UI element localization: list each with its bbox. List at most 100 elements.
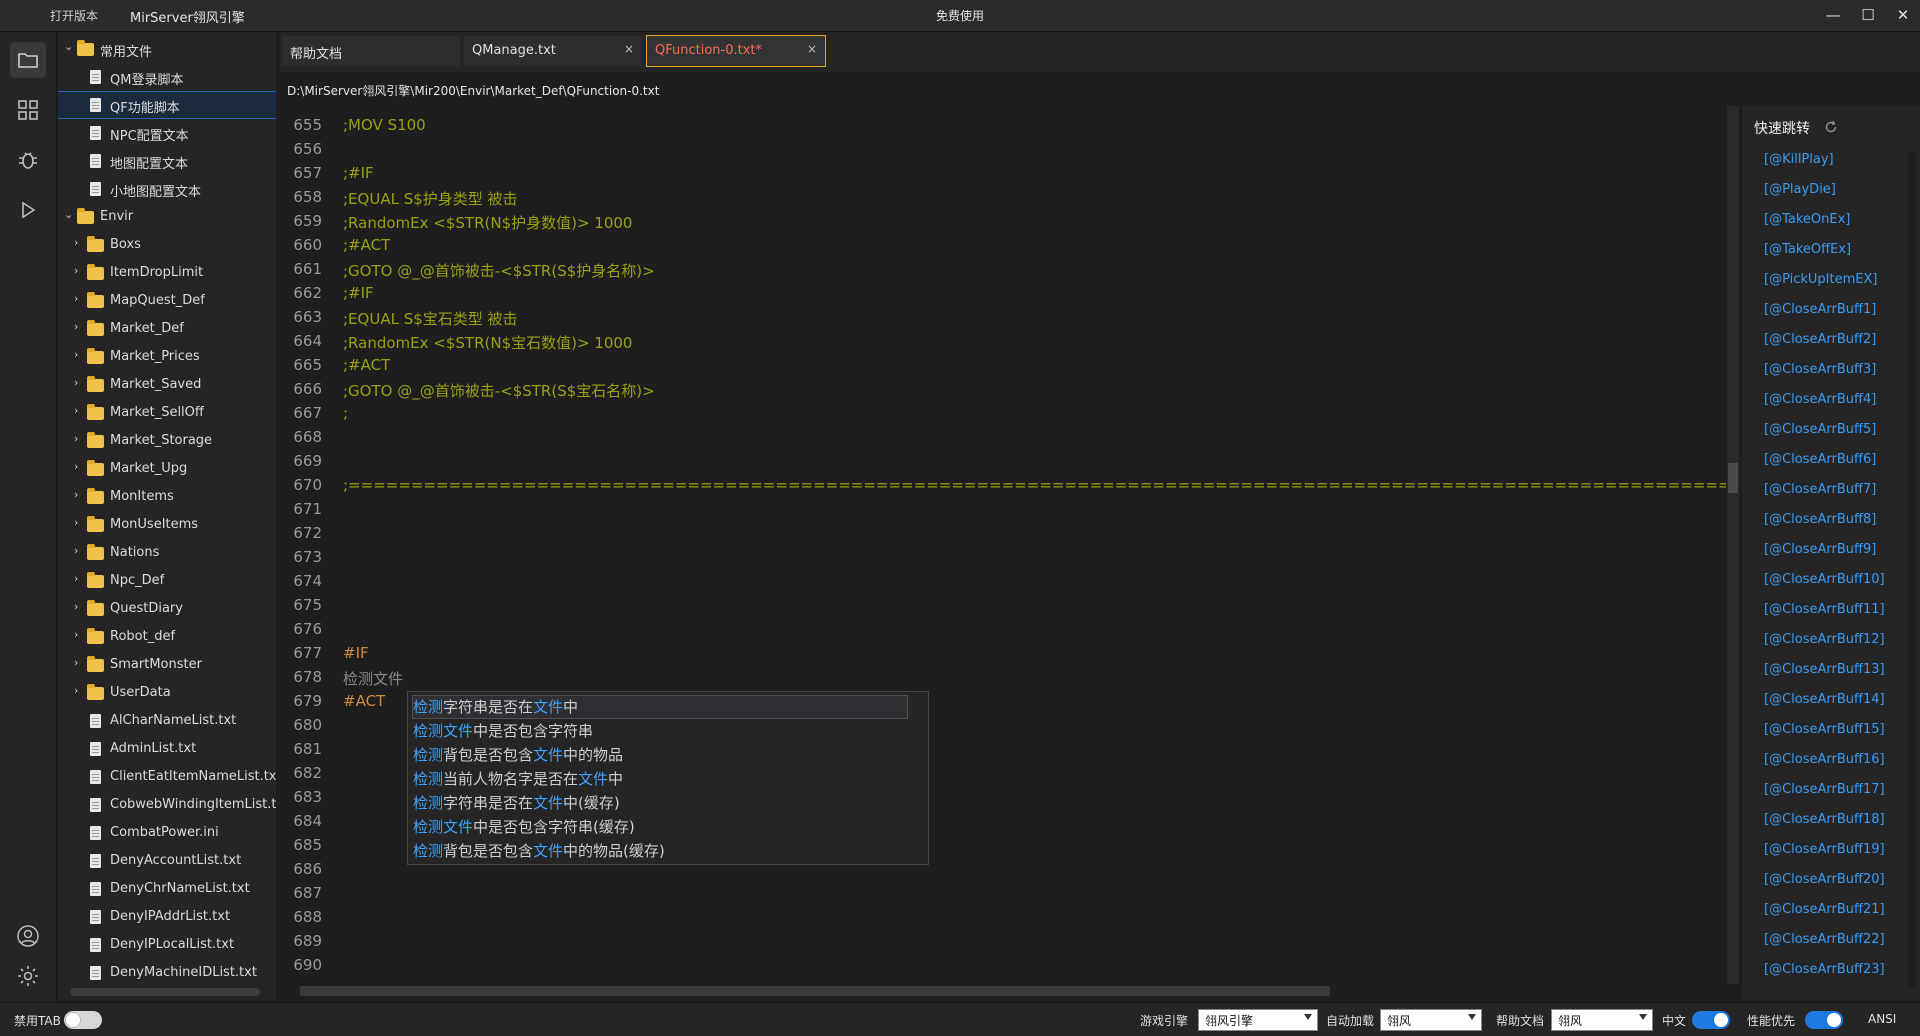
tree-file[interactable]: CobwebWindingItemList.t bbox=[58, 792, 276, 818]
tree-folder[interactable]: › QuestDiary bbox=[58, 596, 276, 622]
performance-toggle[interactable] bbox=[1805, 1011, 1843, 1029]
quick-jump-link[interactable]: [@CloseArrBuff12] bbox=[1764, 632, 1885, 647]
tree-folder[interactable]: › UserData bbox=[58, 680, 276, 706]
quick-jump-link[interactable]: [@CloseArrBuff6] bbox=[1764, 452, 1876, 467]
tree-folder[interactable]: › Market_Upg bbox=[58, 456, 276, 482]
extensions-button[interactable] bbox=[10, 92, 46, 128]
quick-jump-link[interactable]: [@CloseArrBuff10] bbox=[1764, 572, 1885, 587]
tree-file[interactable]: DenyAccountList.txt bbox=[58, 848, 276, 874]
autocomplete-item[interactable]: 检测文件中是否包含字符串 bbox=[413, 720, 907, 742]
code-line[interactable]: ;RandomEx <$STR(N$护身数值)> 1000 bbox=[343, 212, 632, 233]
tree-folder[interactable]: › MapQuest_Def bbox=[58, 288, 276, 314]
quick-jump-link[interactable]: [@CloseArrBuff13] bbox=[1764, 662, 1885, 677]
quick-jump-link[interactable]: [@CloseArrBuff21] bbox=[1764, 902, 1885, 917]
run-button[interactable] bbox=[10, 192, 46, 228]
quick-jump-link[interactable]: [@PickUpItemEX] bbox=[1764, 272, 1877, 287]
quick-jump-link[interactable]: [@KillPlay] bbox=[1764, 152, 1834, 167]
quick-jump-link[interactable]: [@CloseArrBuff11] bbox=[1764, 602, 1885, 617]
code-line[interactable]: ; bbox=[343, 404, 348, 422]
chevron-right-icon[interactable]: › bbox=[74, 573, 84, 584]
maximize-button[interactable]: ☐ bbox=[1853, 4, 1883, 26]
help-doc-select[interactable]: 翎风 bbox=[1551, 1009, 1653, 1031]
code-line[interactable]: #ACT bbox=[343, 692, 385, 710]
quick-jump-link[interactable]: [@CloseArrBuff8] bbox=[1764, 512, 1876, 527]
tree-file[interactable]: NPC配置文本 bbox=[58, 120, 276, 146]
autocomplete-item[interactable]: 检测背包是否包含文件中的物品(缓存) bbox=[413, 840, 907, 862]
editor-scroll-thumb[interactable] bbox=[1728, 463, 1738, 493]
chevron-right-icon[interactable]: › bbox=[74, 321, 84, 332]
tree-file[interactable]: 小地图配置文本 bbox=[58, 176, 276, 202]
tree-file[interactable]: CombatPower.ini bbox=[58, 820, 276, 846]
explorer-scrollbar[interactable] bbox=[70, 988, 260, 996]
tab-close-icon[interactable]: × bbox=[624, 42, 634, 56]
encoding-indicator[interactable]: ANSI bbox=[1868, 1012, 1896, 1026]
tab-help-doc[interactable]: 帮助文档 bbox=[282, 36, 460, 66]
autoload-select[interactable]: 翎风 bbox=[1380, 1009, 1482, 1031]
autocomplete-item[interactable]: 检测当前人物名字是否在文件中 bbox=[413, 768, 907, 790]
tree-folder[interactable]: › Market_Prices bbox=[58, 344, 276, 370]
code-line[interactable]: ;#IF bbox=[343, 284, 374, 302]
chevron-right-icon[interactable]: › bbox=[74, 377, 84, 388]
quick-jump-link[interactable]: [@TakeOnEx] bbox=[1764, 212, 1850, 227]
quick-jump-link[interactable]: [@CloseArrBuff19] bbox=[1764, 842, 1885, 857]
tab-qfunction[interactable]: QFunction-0.txt* × bbox=[646, 35, 826, 67]
quick-jump-link[interactable]: [@CloseArrBuff3] bbox=[1764, 362, 1876, 377]
code-line[interactable]: ;GOTO @_@首饰被击-<$STR(S$宝石名称)> bbox=[343, 380, 655, 401]
tree-folder[interactable]: ⌄ 常用文件 bbox=[58, 36, 276, 62]
chevron-right-icon[interactable]: › bbox=[74, 657, 84, 668]
autocomplete-item[interactable]: 检测背包是否包含文件中的物品 bbox=[413, 744, 907, 766]
quick-jump-link[interactable]: [@CloseArrBuff18] bbox=[1764, 812, 1885, 827]
code-line[interactable]: ;EQUAL S$护身类型 被击 bbox=[343, 188, 518, 209]
close-button[interactable]: ✕ bbox=[1888, 4, 1918, 26]
chevron-down-icon[interactable]: ⌄ bbox=[64, 209, 74, 220]
tree-file[interactable]: QM登录脚本 bbox=[58, 64, 276, 90]
tree-folder[interactable]: › Market_SellOff bbox=[58, 400, 276, 426]
tree-folder[interactable]: › Market_Def bbox=[58, 316, 276, 342]
code-line[interactable]: ;#IF bbox=[343, 164, 374, 182]
disable-tab-toggle[interactable] bbox=[64, 1011, 102, 1029]
quick-jump-link[interactable]: [@CloseArrBuff9] bbox=[1764, 542, 1876, 557]
tree-file[interactable]: DenyIPAddrList.txt bbox=[58, 904, 276, 930]
minimize-button[interactable]: — bbox=[1818, 4, 1848, 26]
code-editor[interactable]: 655 ;MOV S100 656 657 ;#IF 658 ;EQUAL S$护身类型 被… bbox=[280, 106, 1726, 1000]
tab-close-icon[interactable]: × bbox=[807, 42, 817, 56]
chevron-right-icon[interactable]: › bbox=[74, 685, 84, 696]
chevron-right-icon[interactable]: › bbox=[74, 601, 84, 612]
quick-jump-link[interactable]: [@CloseArrBuff20] bbox=[1764, 872, 1885, 887]
tree-folder[interactable]: › Npc_Def bbox=[58, 568, 276, 594]
chevron-right-icon[interactable]: › bbox=[74, 293, 84, 304]
engine-select[interactable]: 翎风引擎 bbox=[1198, 1009, 1318, 1031]
code-line[interactable]: ;#ACT bbox=[343, 356, 390, 374]
autocomplete-item[interactable]: 检测字符串是否在文件中(缓存) bbox=[413, 792, 907, 814]
quick-jump-scrollbar[interactable] bbox=[1908, 150, 1916, 988]
chevron-right-icon[interactable]: › bbox=[74, 237, 84, 248]
chevron-right-icon[interactable]: › bbox=[74, 265, 84, 276]
tree-file[interactable]: DenyIPLocalList.txt bbox=[58, 932, 276, 958]
quick-jump-link[interactable]: [@TakeOffEx] bbox=[1764, 242, 1851, 257]
quick-jump-link[interactable]: [@CloseArrBuff22] bbox=[1764, 932, 1885, 947]
code-line[interactable]: ;MOV S100 bbox=[343, 116, 426, 134]
chevron-right-icon[interactable]: › bbox=[74, 405, 84, 416]
chevron-right-icon[interactable]: › bbox=[74, 489, 84, 500]
tree-folder[interactable]: › MonItems bbox=[58, 484, 276, 510]
chinese-toggle[interactable] bbox=[1692, 1011, 1730, 1029]
tree-folder[interactable]: › SmartMonster bbox=[58, 652, 276, 678]
tree-file[interactable]: 地图配置文本 bbox=[58, 148, 276, 174]
tree-file[interactable]: DenyChrNameList.txt bbox=[58, 876, 276, 902]
chevron-right-icon[interactable]: › bbox=[74, 461, 84, 472]
code-line[interactable]: ;=======================================… bbox=[343, 476, 1726, 494]
editor-vertical-scrollbar[interactable] bbox=[1727, 106, 1739, 984]
explorer-button[interactable] bbox=[10, 42, 46, 78]
code-line[interactable]: 检测文件 bbox=[343, 668, 403, 689]
chevron-right-icon[interactable]: › bbox=[74, 517, 84, 528]
tree-file[interactable]: DenyMachineIDList.txt bbox=[58, 960, 276, 986]
tree-folder[interactable]: › ItemDropLimit bbox=[58, 260, 276, 286]
code-line[interactable]: ;GOTO @_@首饰被击-<$STR(S$护身名称)> bbox=[343, 260, 655, 281]
code-line[interactable]: ;RandomEx <$STR(N$宝石数值)> 1000 bbox=[343, 332, 632, 353]
quick-jump-link[interactable]: [@CloseArrBuff15] bbox=[1764, 722, 1885, 737]
code-line[interactable]: #IF bbox=[343, 644, 369, 662]
quick-jump-link[interactable]: [@CloseArrBuff14] bbox=[1764, 692, 1885, 707]
tree-file[interactable]: ClientEatItemNameList.txt bbox=[58, 764, 276, 790]
autocomplete-item[interactable]: 检测字符串是否在文件中 bbox=[412, 695, 908, 719]
tree-folder[interactable]: › Market_Storage bbox=[58, 428, 276, 454]
